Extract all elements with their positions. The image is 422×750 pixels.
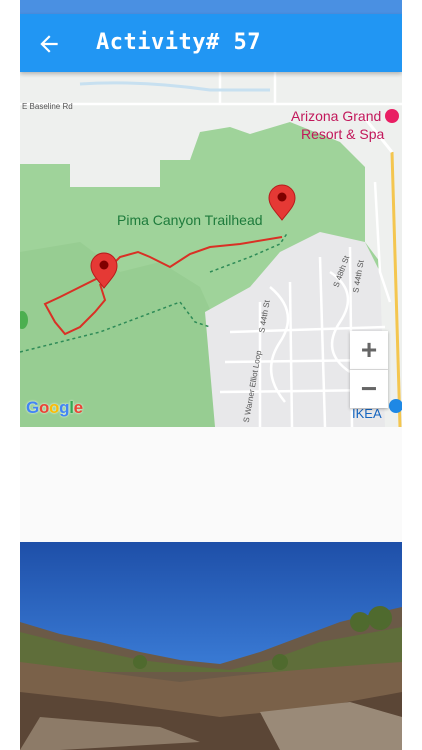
app-bar: Activity# 57 <box>20 14 402 72</box>
status-bar <box>20 0 402 14</box>
activity-photo[interactable] <box>20 542 402 750</box>
page-title: Activity# 57 <box>96 30 261 55</box>
zoom-in-button[interactable]: + <box>350 331 388 370</box>
resort-label-line1: Arizona Grand <box>291 108 382 124</box>
app-screen: Activity# 57 Pima Canyon Trailhead Arizo… <box>20 0 402 750</box>
map-view[interactable]: Pima Canyon Trailhead Arizona Grand Reso… <box>20 72 402 427</box>
resort-label-line2: Resort & Spa <box>301 126 385 142</box>
arrow-back-icon[interactable] <box>36 31 62 57</box>
content-spacer <box>20 427 402 537</box>
trailhead-label: Pima Canyon Trailhead <box>117 212 263 228</box>
baseline-road-label: E Baseline Rd <box>22 102 73 111</box>
google-logo: Google <box>26 398 83 417</box>
zoom-out-button[interactable]: − <box>350 370 388 408</box>
ikea-label: IKEA <box>352 406 382 421</box>
